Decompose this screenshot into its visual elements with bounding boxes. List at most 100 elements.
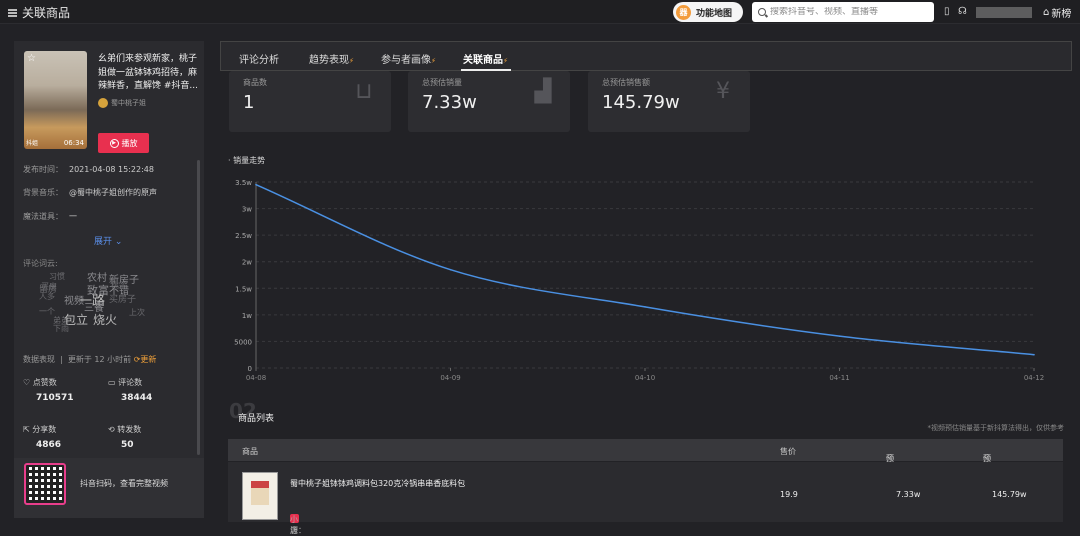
y-tick-label: 3.5w bbox=[235, 179, 252, 187]
y-tick-label: 5000 bbox=[234, 338, 252, 346]
table-header: 商品 售价 ⓘ预估销量 ⓘ预估销售额 bbox=[228, 439, 1063, 507]
x-tick-label: 04-12 bbox=[1024, 374, 1044, 382]
comments-stat: ▭ 评论数 38444 bbox=[108, 378, 153, 403]
bar-chart-icon: ▟ bbox=[534, 79, 552, 104]
word-cloud: 习惯 农村 新房子 留房 买房 致富 不错 人多 视频 一路 买房子 桃子 一个 三餐 弟弟 包立 烧火 上次 下雨 bbox=[39, 269, 179, 341]
x-tick-label: 04-08 bbox=[246, 374, 266, 382]
chevron-down-icon: ⌄ bbox=[114, 237, 123, 247]
tab-trend[interactable]: 趋势表现⚡ bbox=[309, 51, 354, 66]
video-thumbnail[interactable]: ☆ 抖姐 06:34 bbox=[24, 51, 87, 149]
heart-icon: ♡ bbox=[23, 378, 31, 387]
qr-panel: 抖音扫码，查看完整视频 bbox=[14, 458, 204, 518]
comments-value: 38444 bbox=[121, 393, 153, 403]
update-link[interactable]: ⟳更新 bbox=[134, 355, 157, 364]
table-row[interactable]: 蜀中桃子姐钵钵鸡调料包320克冷锅串串香底料包 来源：小店 19.9 7.33w… bbox=[228, 462, 1063, 535]
window-title: 关联商品 bbox=[8, 4, 70, 21]
play-icon: ▶ bbox=[109, 138, 119, 148]
headset-icon[interactable]: ☊ bbox=[958, 6, 967, 17]
x-tick-label: 04-09 bbox=[440, 374, 460, 382]
menu-icon[interactable] bbox=[8, 8, 17, 17]
avatar bbox=[98, 98, 108, 108]
likes-value: 710571 bbox=[36, 393, 74, 403]
music: 背景音乐： @蜀中桃子姐创作的原声 bbox=[23, 188, 157, 197]
chart-title: · 销量走势 bbox=[228, 156, 266, 165]
word-cloud-word: 下雨 bbox=[53, 324, 69, 333]
new-list-label: 新榜 bbox=[1051, 9, 1072, 20]
video-description[interactable]: 幺弟们来参观新家，桃子姐做一盆钵钵鸡招待，麻辣鲜香，直解馋 #抖音... bbox=[98, 53, 198, 94]
tab-bar: 评论分析 趋势表现⚡ 参与者画像⚡ 关联商品⚡ bbox=[220, 41, 1072, 71]
feature-map-icon: 器 bbox=[676, 4, 691, 20]
data-point bbox=[838, 335, 841, 337]
forward-icon: ⟲ bbox=[108, 425, 115, 434]
product-name[interactable]: 蜀中桃子姐钵钵鸡调料包320克冷锅串串香底料包 bbox=[290, 478, 465, 489]
col-price: 售价 bbox=[780, 447, 796, 456]
shares-stat: ⇱ 分享数 4866 bbox=[23, 425, 62, 450]
data-point bbox=[1033, 353, 1035, 356]
feature-map-label: 功能地图 bbox=[696, 8, 733, 19]
word-cloud-word: 烧火 bbox=[93, 313, 118, 327]
video-info-panel: ☆ 抖姐 06:34 幺弟们来参观新家，桃子姐做一盆钵钵鸡招待，麻辣鲜香，直解馋… bbox=[14, 41, 204, 518]
basket-icon: ⊔ bbox=[355, 79, 373, 104]
sales-trend-chart: 0 5000 1w 1.5w 2w 2.5w 3w 3.5w 04-08 04-09 04-10 04… bbox=[234, 179, 1044, 382]
card-total-revenue: 总预估销售额 145.79w ¥ bbox=[588, 71, 750, 132]
forwards-stat: ⟲ 转发数 50 bbox=[108, 425, 142, 450]
tab-audience[interactable]: 参与者画像⚡ bbox=[381, 51, 436, 66]
word-cloud-word: 上次 bbox=[129, 308, 145, 317]
top-bar: 关联商品 器功能地图 ▯ ☊ ⌂新榜 bbox=[0, 0, 1080, 24]
y-tick-label: 2w bbox=[242, 259, 252, 267]
word-cloud-word: 人多 bbox=[39, 292, 55, 301]
yen-icon: ¥ bbox=[716, 79, 730, 104]
word-cloud-word: 桃子 bbox=[111, 281, 127, 290]
feature-map-button[interactable]: 器功能地图 bbox=[673, 2, 743, 22]
y-tick-label: 1.5w bbox=[235, 285, 252, 293]
wordcloud-label: 评论词云: bbox=[23, 259, 58, 268]
y-tick-label: 3w bbox=[242, 206, 252, 214]
expand-button[interactable]: 展开 ⌄ bbox=[94, 234, 122, 247]
home-icon: ⌂ bbox=[1043, 7, 1050, 18]
shares-value: 4866 bbox=[36, 440, 62, 450]
share-icon: ⇱ bbox=[23, 425, 30, 434]
magic-prop: 魔法道具：一 bbox=[23, 212, 77, 221]
y-tick-label: 1w bbox=[242, 312, 252, 320]
play-button[interactable]: ▶ 播放 bbox=[98, 133, 149, 153]
tab-comment-analysis[interactable]: 评论分析 bbox=[239, 51, 279, 66]
word-cloud-word: 买房子 bbox=[109, 295, 137, 305]
new-list-link[interactable]: ⌂ 新榜 bbox=[1043, 5, 1071, 20]
card-product-count: 商品数 1 ⊔ bbox=[229, 71, 391, 132]
page-title: 关联商品 bbox=[22, 6, 71, 20]
search-box[interactable] bbox=[752, 2, 934, 22]
x-tick-label: 04-10 bbox=[635, 374, 655, 382]
forwards-value: 50 bbox=[121, 440, 134, 450]
tab-related-products[interactable]: 关联商品⚡ bbox=[463, 51, 508, 66]
phone-icon[interactable]: ▯ bbox=[944, 6, 950, 17]
list-note: *视频预估销量基于新抖算法得出，仅供参考 bbox=[927, 424, 1065, 432]
user-account[interactable] bbox=[976, 7, 1032, 18]
search-icon bbox=[758, 8, 766, 16]
play-label: 播放 bbox=[121, 138, 138, 148]
qr-text: 抖音扫码，查看完整视频 bbox=[80, 479, 168, 488]
qr-code bbox=[24, 463, 66, 505]
card-total-sales: 总预估销量 7.33w ▟ bbox=[408, 71, 570, 132]
data-point bbox=[644, 306, 646, 308]
y-tick-label: 2.5w bbox=[235, 232, 252, 240]
likes-stat: ♡ 点赞数 710571 bbox=[23, 378, 74, 403]
publish-time: 发布时间： 2021-04-08 15:22:48 bbox=[23, 165, 154, 174]
product-price: 19.9 bbox=[780, 490, 798, 499]
search-input[interactable] bbox=[770, 7, 930, 17]
y-tick-label: 0 bbox=[248, 365, 252, 373]
favorite-icon[interactable]: ☆ bbox=[27, 53, 36, 64]
product-list-title: 商品列表 bbox=[238, 414, 275, 424]
x-tick-label: 04-11 bbox=[829, 374, 849, 382]
video-duration: 06:34 bbox=[63, 139, 84, 147]
product-image[interactable] bbox=[242, 472, 278, 520]
thumb-byline: 抖姐 bbox=[26, 140, 39, 147]
comment-icon: ▭ bbox=[108, 378, 116, 387]
sales-series-line bbox=[255, 183, 1035, 356]
author[interactable]: 蜀中桃子姐 bbox=[98, 98, 146, 108]
product-revenue: 145.79w bbox=[992, 490, 1027, 499]
product-sales: 7.33w bbox=[896, 490, 921, 499]
author-name: 蜀中桃子姐 bbox=[111, 99, 146, 107]
data-point bbox=[255, 183, 257, 186]
scrollbar[interactable] bbox=[197, 160, 200, 455]
stats-header: 数据表现 | 更新于 12 小时前 ⟳更新 bbox=[23, 355, 157, 364]
